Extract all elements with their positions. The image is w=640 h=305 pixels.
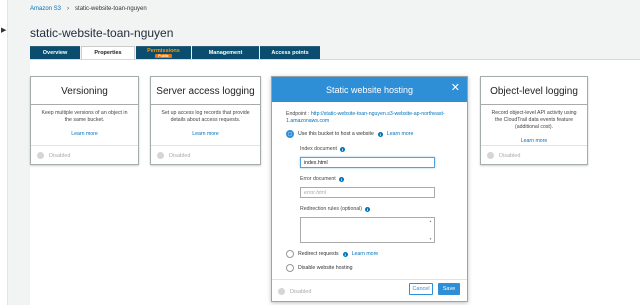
info-icon[interactable]: i xyxy=(342,251,348,257)
status-text: Disabled xyxy=(499,152,521,159)
cancel-button[interactable]: Cancel xyxy=(409,283,433,295)
public-badge: Public xyxy=(155,54,172,58)
card-title: Versioning xyxy=(61,86,108,97)
error-document-label-text: Error document xyxy=(300,176,336,182)
redirection-rules-label: Redirection rules (optional) i xyxy=(300,206,435,212)
info-icon[interactable]: i xyxy=(339,146,345,152)
save-button[interactable]: Save xyxy=(438,283,460,295)
dialog-footer-divider xyxy=(272,279,467,280)
learn-more-link[interactable]: Learn more xyxy=(352,251,379,257)
error-document-input[interactable]: error.html xyxy=(300,187,435,198)
dialog-title: Static website hosting xyxy=(325,84,414,95)
card-description: Keep multiple versions of an object in t… xyxy=(41,110,128,123)
disable-hosting-option[interactable]: Disable website hosting xyxy=(286,264,353,272)
status-dot-icon xyxy=(157,152,164,159)
redirect-requests-radio[interactable] xyxy=(286,250,294,258)
left-nav-strip[interactable]: ▶ xyxy=(0,0,8,305)
card-divider xyxy=(481,104,587,105)
learn-more-link[interactable]: Learn more xyxy=(151,131,260,137)
redirect-requests-label: Redirect requests xyxy=(298,251,339,257)
status-text: Disabled xyxy=(169,152,191,159)
card-divider xyxy=(481,145,587,146)
redirection-rules-label-text: Redirection rules (optional) xyxy=(300,206,362,212)
breadcrumb-s3-link[interactable]: Amazon S3 xyxy=(30,6,61,12)
tab-overview[interactable]: Overview xyxy=(30,46,80,59)
info-icon[interactable]: i xyxy=(365,206,370,212)
server-access-logging-card[interactable]: Server access logging Set up access log … xyxy=(150,76,261,165)
card-description: Set up access log records that provide d… xyxy=(161,110,250,123)
learn-more-link[interactable]: Learn more xyxy=(31,131,138,137)
tab-properties[interactable]: Properties xyxy=(81,46,135,59)
redirection-rules-textarea[interactable]: ▲ ▼ xyxy=(300,217,435,243)
versioning-card[interactable]: Versioning Keep multiple versions of an … xyxy=(30,76,139,165)
breadcrumb-current: static-website-toan-nguyen xyxy=(75,6,147,12)
card-title: Server access logging xyxy=(156,86,255,97)
host-website-radio[interactable] xyxy=(286,130,294,138)
tab-bar: Overview Properties Permissions Public M… xyxy=(30,46,321,59)
learn-more-link[interactable]: Learn more xyxy=(481,138,587,144)
tab-management[interactable]: Management xyxy=(192,46,259,59)
status-dot-icon xyxy=(487,152,494,159)
expand-nav-icon[interactable]: ▶ xyxy=(1,26,6,34)
object-level-logging-card[interactable]: Object-level logging Record object-level… xyxy=(480,76,588,165)
redirection-rules-group: Redirection rules (optional) i ▲ ▼ xyxy=(300,206,435,243)
host-website-label: Use this bucket to host a website xyxy=(298,131,374,137)
index-document-input[interactable]: index.html xyxy=(300,157,435,168)
card-divider xyxy=(31,104,138,105)
card-title: Object-level logging xyxy=(490,86,578,97)
breadcrumb-separator: › xyxy=(67,6,70,12)
endpoint-label: Endpoint : xyxy=(286,111,310,117)
index-document-label: Index document i xyxy=(300,146,435,152)
status-indicator: Disabled xyxy=(278,288,311,295)
info-icon[interactable]: i xyxy=(377,131,383,137)
page-title: static-website-toan-nguyen xyxy=(30,26,174,40)
breadcrumb: Amazon S3 › static-website-toan-nguyen xyxy=(30,6,147,12)
card-divider xyxy=(151,145,260,146)
info-icon[interactable]: i xyxy=(338,176,344,182)
textarea-scrollbar[interactable]: ▲ ▼ xyxy=(428,219,433,241)
error-document-label: Error document i xyxy=(300,176,435,182)
status-dot-icon xyxy=(37,152,44,159)
learn-more-link[interactable]: Learn more xyxy=(387,131,414,137)
tab-access-points[interactable]: Access points xyxy=(260,46,320,59)
card-divider xyxy=(31,145,138,146)
disable-hosting-radio[interactable] xyxy=(286,264,294,272)
status-text: Disabled xyxy=(290,288,312,295)
card-divider xyxy=(151,104,260,105)
status-dot-icon xyxy=(278,288,285,295)
card-description: Record object-level API activity using t… xyxy=(491,110,577,130)
status-indicator: Disabled xyxy=(157,152,190,159)
dialog-header: Static website hosting ✕ xyxy=(272,77,467,102)
status-indicator: Disabled xyxy=(487,152,520,159)
status-text: Disabled xyxy=(49,152,71,159)
static-website-hosting-dialog: Static website hosting ✕ Endpoint : http… xyxy=(271,76,468,302)
close-icon[interactable]: ✕ xyxy=(451,83,460,94)
endpoint-url-link[interactable]: http://static-website-toan-nguyen.s3-web… xyxy=(286,111,445,124)
host-website-option[interactable]: Use this bucket to host a website i Lear… xyxy=(286,130,413,138)
redirect-requests-option[interactable]: Redirect requests i Learn more xyxy=(286,250,378,258)
index-document-label-text: Index document xyxy=(300,146,337,152)
error-document-group: Error document i error.html xyxy=(300,176,435,198)
endpoint-info: Endpoint : http://static-website-toan-ng… xyxy=(272,102,467,124)
tab-permissions[interactable]: Permissions Public xyxy=(136,46,191,59)
status-indicator: Disabled xyxy=(37,152,70,159)
disable-hosting-label: Disable website hosting xyxy=(298,265,353,271)
index-document-group: Index document i index.html xyxy=(300,146,435,168)
